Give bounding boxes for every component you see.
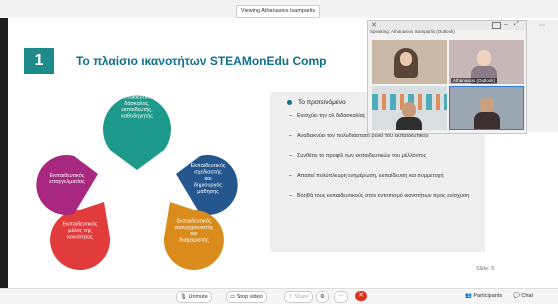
participant-face [480,97,494,113]
share-label: Share [294,294,309,300]
bullet-item: – Βοηθά τους εκπαιδευτικούς στον εντοπισμ… [289,193,472,201]
meeting-top-bar: Viewing Athanasios Isamparlis [0,0,558,18]
bullet-dot-icon [287,99,292,105]
unmute-label: Unmute [188,294,208,300]
video-tile-label: Athanasios (Outlook) [451,78,498,83]
stop-video-button[interactable]: ▭ Stop video [226,291,267,303]
video-tile[interactable] [372,40,447,84]
gear-icon: ⚙ [320,294,325,300]
drop-professional: Εκπαιδευτικός επαγγελματίας [36,155,98,215]
leave-button[interactable]: ✕ [355,291,367,301]
video-tile[interactable] [372,86,447,130]
participant-face [400,52,412,66]
bullet-item: – Απαιτεί πολύπλευρη ενημέρωση, εκπαίδευσ… [289,173,472,181]
dash-icon: – [289,133,293,139]
bullet-item-text: Ενισχύει την ολ διδασκαλίας [297,113,366,119]
video-tile-active[interactable] [449,86,524,130]
unmute-button[interactable]: 🎙 Unmute [176,291,212,303]
bullet-item-text: Συνθέτει το προφίλ των εκπαιδευτικών του… [297,153,427,159]
bullet-item-text: Απαιτεί πολύπλευρη ενημέρωση, εκπαίδευση… [297,173,444,179]
minimize-icon[interactable]: – [504,21,508,28]
more-icon: ⋯ [338,294,344,300]
participant-figure [396,117,422,130]
layout-icon[interactable] [492,22,501,29]
bullet-main: Το προτεινόμενο [287,99,346,106]
bullet-item: – Συνθέτει το προφίλ των εκπαιδευτικών το… [289,153,472,161]
share-button[interactable]: ⇪ Share [284,291,313,303]
more-options-button[interactable]: ⋯ [334,291,348,303]
expand-icon[interactable]: ⤢ [514,21,519,28]
slide-section-number: 1 [24,48,54,74]
left-edge [0,18,8,288]
dash-icon: – [289,193,293,199]
participant-figure [474,112,500,129]
chat-button[interactable]: 💬 Chat [510,291,536,301]
close-icon[interactable]: ✕ [371,21,377,29]
drop-label: Εκπαιδευτικός επαγγελματίας [49,172,85,185]
bullet-main-text: Το προτεινόμενο [298,99,346,106]
chat-label: Chat [521,293,534,299]
participants-button[interactable]: 👥 Participants [462,291,505,301]
competence-diagram: Εκπαιδευτικός δάσκαλος, εκπαιδευτής, καθοδη… [36,93,238,270]
more-icon[interactable]: ⋯ [539,22,545,29]
right-strip: ⋯ [527,20,558,132]
drop-label: Εκπαιδευτικός εκσυγχρονιστής και διαχειριστ… [175,217,214,243]
drop-designer: Εκπαιδευτικός σχεδιαστής και δημιουργός μάθη… [176,155,238,215]
dash-icon: – [289,173,293,179]
bullet-item-text: Βοηθά τους εκπαιδευτικούς στον εντοπισμό… [297,193,470,199]
video-panel[interactable]: ✕ – ⤢ Speaking: Athanasios Isamparlis (O… [367,20,527,134]
video-tile[interactable]: Athanasios (Outlook) [449,40,524,84]
participants-label: Participants [473,293,503,299]
meeting-controls: 🎙 Unmute ▭ Stop video ⇪ Share ⚙ ⋯ ✕ 👥 Pa… [0,288,558,304]
slide-title: Το πλαίσιο ικανοτήτων STEAMonEdu Comp [76,54,327,68]
drop-label: Εκπαιδευτικός δάσκαλος, εκπαιδευτής, καθοδη… [120,93,155,119]
stop-video-label: Stop video [236,294,263,300]
slide-indicator: Slide: 5 [476,266,495,272]
drop-teacher: Εκπαιδευτικός δάσκαλος, εκπαιδευτής, καθοδη… [103,93,172,170]
speaking-label: Speaking: Athanasios Isamparlis (Outlook… [370,29,455,34]
bullet-item: – Αναδεικνύει τον πολυδιάστατο ρόλο του ε… [289,133,472,141]
settings-button[interactable]: ⚙ [316,291,329,303]
camera-icon: ▭ [230,294,237,300]
participant-face [402,102,416,118]
participant-face [477,50,491,66]
mic-icon: 🎙 [180,294,189,300]
dash-icon: – [289,153,293,159]
dash-icon: – [289,113,293,119]
close-icon: ✕ [358,292,364,299]
viewing-label: Viewing Athanasios Isamparlis [236,5,320,18]
